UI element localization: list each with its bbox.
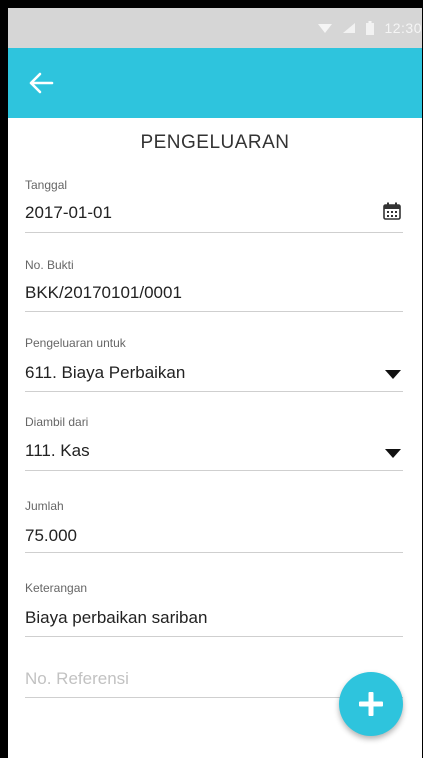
amount-field[interactable]: Jumlah 75.000 (25, 499, 403, 555)
amount-value: 75.000 (25, 526, 77, 545)
date-label: Tanggal (25, 178, 68, 192)
date-underline (25, 232, 403, 233)
wifi-icon (318, 24, 333, 33)
page-title: PENGELUARAN (140, 132, 290, 153)
triangle-down-icon[interactable] (385, 370, 401, 379)
description-value: Biaya perbaikan sariban (25, 608, 208, 627)
amount-label: Jumlah (25, 499, 64, 513)
source-account-value: 111. Kas (25, 441, 90, 460)
source-account-label: Diambil dari (25, 415, 89, 429)
battery-icon (366, 21, 375, 35)
triangle-down-icon[interactable] (385, 449, 401, 458)
add-button[interactable] (339, 672, 403, 736)
receipt-number-field: No. Bukti BKK/20170101/0001 (25, 258, 403, 314)
receipt-number-underline (25, 311, 403, 312)
expense-account-label: Pengeluaran untuk (25, 336, 126, 350)
description-field[interactable]: Keterangan Biaya perbaikan sariban (25, 581, 403, 637)
source-account-underline (25, 470, 403, 471)
app-bar (8, 48, 422, 118)
calendar-icon[interactable] (383, 202, 401, 220)
phone-screen: 12:30 PENGELUARAN Tanggal 2017-01-01 No.… (8, 8, 422, 758)
status-bar: 12:30 (8, 8, 422, 48)
plus-icon (359, 692, 383, 716)
status-time: 12:30 (384, 20, 422, 36)
status-icons: 12:30 (318, 18, 422, 38)
expense-account-select[interactable]: Pengeluaran untuk 611. Biaya Perbaikan (25, 336, 403, 392)
signal-icon (343, 23, 356, 33)
receipt-number-label: No. Bukti (25, 258, 74, 272)
description-underline (25, 636, 403, 637)
back-button[interactable] (24, 66, 58, 100)
receipt-number-value: BKK/20170101/0001 (25, 283, 182, 302)
expense-account-value: 611. Biaya Perbaikan (25, 363, 186, 382)
date-field[interactable]: Tanggal 2017-01-01 (25, 178, 403, 234)
source-account-select[interactable]: Diambil dari 111. Kas (25, 415, 403, 471)
arrow-left-icon (29, 72, 54, 94)
description-label: Keterangan (25, 581, 88, 595)
expense-account-underline (25, 391, 403, 392)
amount-underline (25, 552, 403, 553)
date-value: 2017-01-01 (25, 203, 112, 222)
